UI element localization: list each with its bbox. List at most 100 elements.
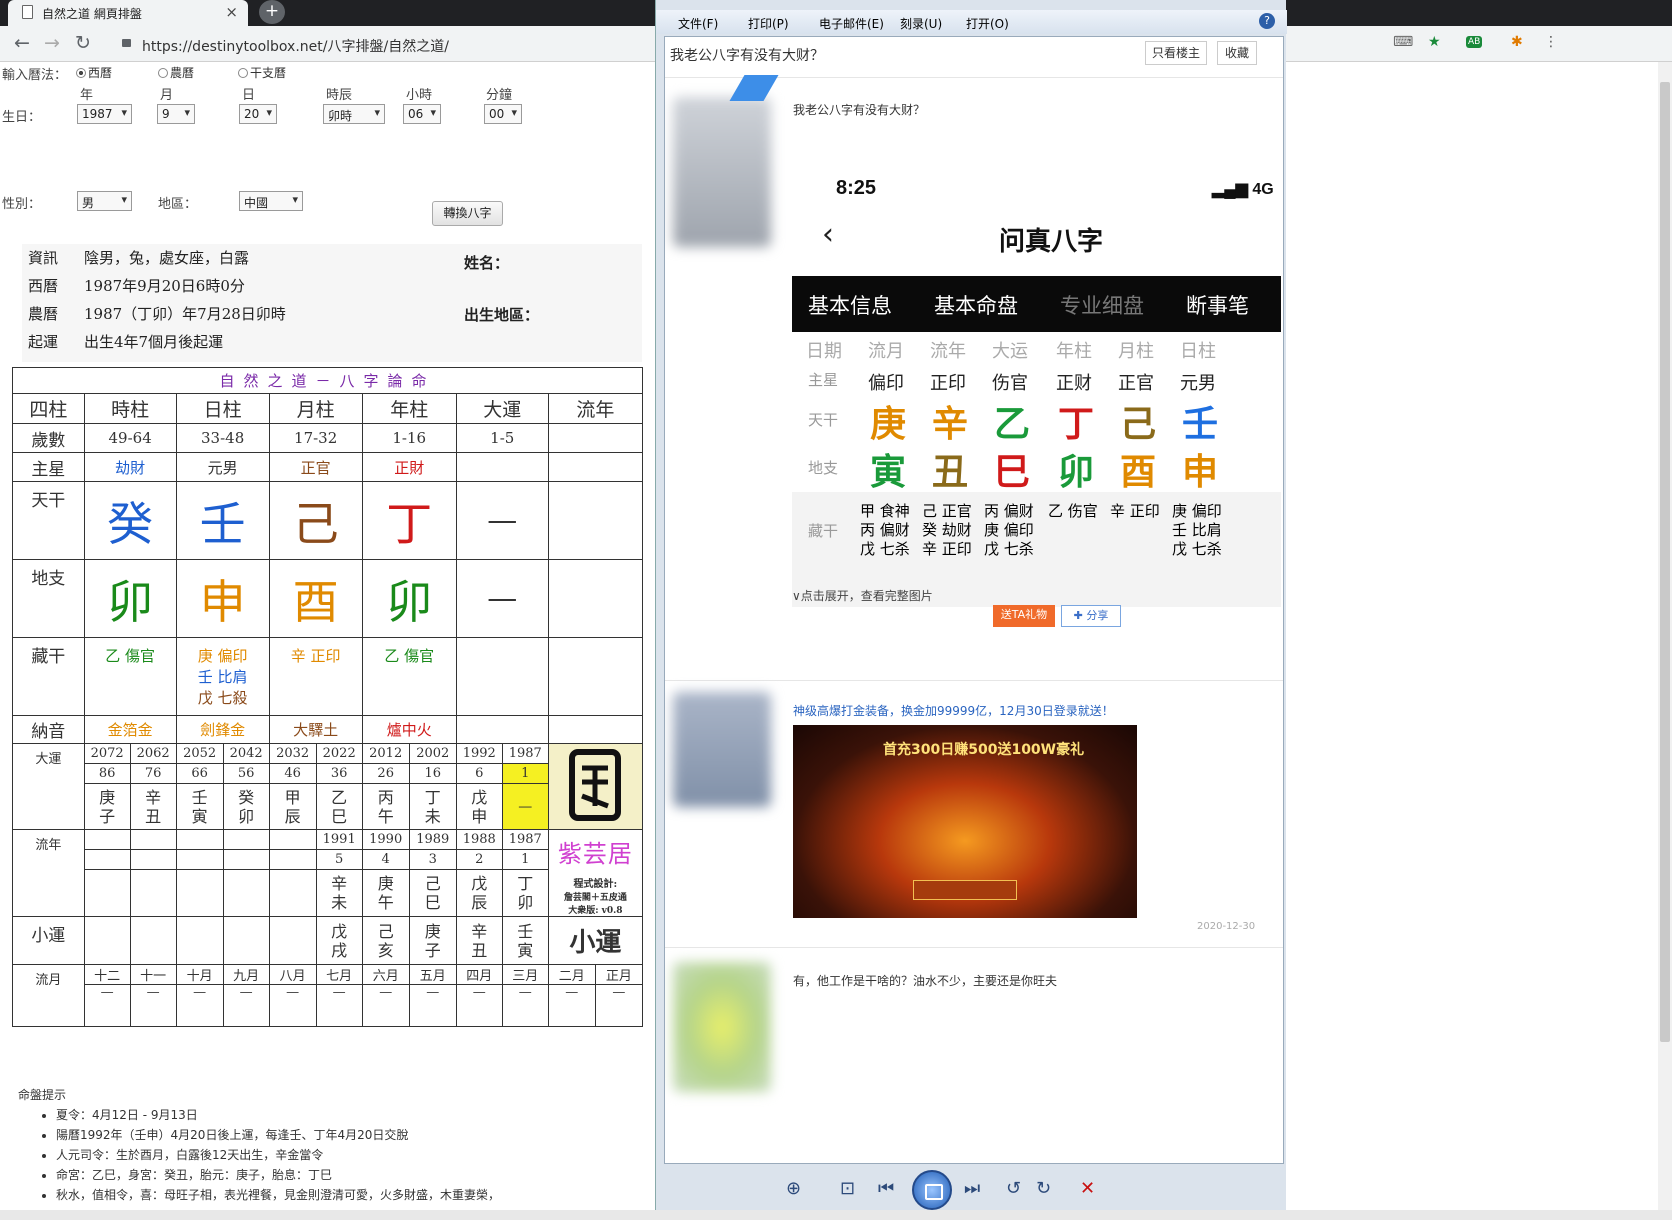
region-select[interactable]: 中國 xyxy=(239,191,303,211)
floor-badge-icon xyxy=(729,75,779,101)
liuyue-month: 六月 xyxy=(361,964,410,985)
zoom-icon[interactable]: ⊕ xyxy=(786,1178,801,1199)
gender-select[interactable]: 男 xyxy=(77,191,132,211)
tip-item: 命宮：乙巳，身宮：癸丑，胎元：庚子，胎息：丁巳 xyxy=(56,1166,500,1183)
dayun-age: 46 xyxy=(268,763,317,784)
day-select[interactable]: 20 xyxy=(239,104,277,124)
dayun-ganzhi: 乙巳 xyxy=(315,783,363,830)
age-cell: 1-16 xyxy=(361,423,457,453)
dayun-year: 2012 xyxy=(361,743,410,764)
liuyue-month: 九月 xyxy=(222,964,270,985)
radio-solar[interactable]: 西曆 xyxy=(76,64,112,81)
share-button[interactable]: ✚ 分享 xyxy=(1061,605,1121,627)
menu-print[interactable]: 打印(P) xyxy=(748,15,789,32)
star-cell: 劫財 xyxy=(83,452,177,482)
bookmark-star-icon[interactable]: ★ xyxy=(1428,34,1441,50)
forward-icon[interactable]: → xyxy=(44,32,60,54)
dayun-year: 2032 xyxy=(268,743,317,764)
liuyue-label: 流月 xyxy=(12,964,85,1027)
age-cell: 49-64 xyxy=(83,423,177,453)
info-row: 西曆 1987年9月20日6時0分 xyxy=(28,277,245,295)
liuyue-cell: — xyxy=(408,984,457,1027)
dayun-ganzhi: 戊申 xyxy=(455,783,503,830)
liunian-year xyxy=(83,828,131,851)
nayin-cell xyxy=(547,715,644,744)
phone-cg-cell: 甲 食神丙 偏财戊 七杀 xyxy=(860,502,910,558)
expand-link: ∨点击展开，查看完整图片 xyxy=(792,589,933,603)
minute-col-label: 分鐘 xyxy=(486,88,513,103)
back-icon[interactable]: ← xyxy=(14,32,30,54)
name-label: 姓名： xyxy=(464,254,510,272)
dayun-year: 2072 xyxy=(83,743,131,764)
star-cell xyxy=(547,452,644,482)
dizhi-cell: 酉 xyxy=(268,559,363,638)
hour-select[interactable]: 06 xyxy=(403,104,441,124)
minute-select[interactable]: 00 xyxy=(484,104,522,124)
phone-tab: 专业细盘 xyxy=(1060,294,1144,318)
lock-icon xyxy=(122,39,131,47)
phone-cg-cell: 庚 偏印壬 比肩戊 七杀 xyxy=(1172,502,1222,558)
next-icon[interactable]: ⏭ xyxy=(964,1178,980,1199)
page-scrollbar[interactable] xyxy=(1658,62,1672,1210)
menu-icon[interactable]: ⋮ xyxy=(1544,34,1558,50)
slideshow-button[interactable] xyxy=(912,1170,952,1210)
reload-icon[interactable]: ↻ xyxy=(75,32,91,54)
collect-button[interactable]: 收藏 xyxy=(1217,41,1257,65)
liunian-age: 1 xyxy=(501,849,549,871)
adblock-icon[interactable]: AB xyxy=(1466,36,1483,48)
menu-open[interactable]: 打开(O) xyxy=(966,15,1009,32)
horizontal-scrollbar[interactable] xyxy=(0,1210,1672,1220)
liunian-year: 1989 xyxy=(408,828,457,851)
dizhi-cell: 卯 xyxy=(83,559,177,638)
menu-file[interactable]: 文件(F) xyxy=(678,15,718,32)
convert-button[interactable]: 轉換八字 xyxy=(432,201,503,226)
rotate-left-icon[interactable]: ↺ xyxy=(1006,1178,1021,1199)
help-icon[interactable]: ? xyxy=(1259,13,1275,29)
new-tab-button[interactable]: + xyxy=(259,0,285,24)
shichen-select[interactable]: 卯時 xyxy=(323,104,385,124)
month-select[interactable]: 9 xyxy=(157,104,195,124)
star-cell: 正官 xyxy=(268,452,363,482)
age-cell xyxy=(547,423,644,453)
liuyue-cell: — xyxy=(268,984,317,1027)
dayun-age: 16 xyxy=(408,763,457,784)
gift-button[interactable]: 送TA礼物 xyxy=(993,605,1055,627)
year-select[interactable]: 1987 xyxy=(77,104,132,124)
brand-block: 紫芸居 程式設計: 詹芸閣＋五皮通 大衆版: v0.8 xyxy=(547,829,644,917)
menu-burn[interactable]: 刻录(U) xyxy=(900,15,942,32)
xiaoyun-cell: 己亥 xyxy=(361,916,410,965)
nayin-cell: 金箔金 xyxy=(83,715,177,744)
dizhi-cell xyxy=(547,559,644,638)
rotate-right-icon[interactable]: ↻ xyxy=(1036,1178,1051,1199)
browser-tab[interactable]: 自然之道 網頁排盤 × xyxy=(8,0,248,26)
liuyue-cell: — xyxy=(361,984,410,1027)
dayun-year: 1992 xyxy=(455,743,503,764)
liunian-ganzhi xyxy=(175,869,224,917)
tip-item: 夏令：4月12日 - 9月13日 xyxy=(56,1106,500,1123)
only-author-button[interactable]: 只看楼主 xyxy=(1145,41,1207,65)
nayin-label: 納音 xyxy=(12,715,85,744)
phone-tab: 基本命盘 xyxy=(934,294,1018,318)
menu-email[interactable]: 电子邮件(E) xyxy=(819,15,884,32)
tiangan-cell: — xyxy=(455,481,549,560)
place-label: 出生地區： xyxy=(464,306,540,324)
scrollbar-thumb[interactable] xyxy=(1660,82,1670,1042)
liunian-ganzhi xyxy=(222,869,270,917)
close-tab-icon[interactable]: × xyxy=(225,3,238,21)
star-cell: 正財 xyxy=(361,452,457,482)
liunian-age xyxy=(222,849,270,871)
url-field[interactable]: https://destinytoolbox.net/八字排盤/自然之道/ xyxy=(114,30,654,58)
delete-icon[interactable]: ✕ xyxy=(1080,1178,1095,1199)
radio-ganzhi[interactable]: 干支曆 xyxy=(238,64,286,81)
liunian-age xyxy=(83,849,131,871)
fit-window-icon[interactable]: ⊡ xyxy=(840,1178,855,1199)
canggan-cell xyxy=(455,637,549,716)
liunian-ganzhi xyxy=(268,869,317,917)
liuyue-cell: — xyxy=(455,984,503,1027)
previous-icon[interactable]: ⏮ xyxy=(878,1178,894,1199)
translate-icon[interactable]: ⌨ xyxy=(1393,34,1413,50)
extension-icon[interactable]: ✱ xyxy=(1511,34,1523,50)
dayun-year: 2002 xyxy=(408,743,457,764)
liuyue-cell: — xyxy=(547,984,596,1027)
radio-lunar[interactable]: 農曆 xyxy=(158,64,194,81)
